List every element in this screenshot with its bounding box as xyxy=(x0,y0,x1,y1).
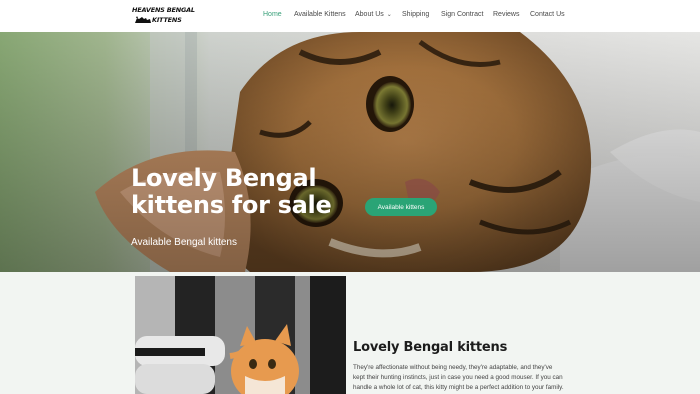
nav-sign-contract[interactable]: Sign Contract xyxy=(441,11,483,18)
kitten-scratching-post-photo xyxy=(135,276,346,394)
section-title: Lovely Bengal kittens xyxy=(353,340,508,355)
hero-title-line2: kittens for sale xyxy=(131,191,332,219)
hero-kitten-photo xyxy=(0,32,700,272)
section-paragraph: They're affectionate without being needy… xyxy=(353,364,564,391)
chevron-down-icon: ⌄ xyxy=(386,12,392,18)
available-kittens-button[interactable]: Available kittens xyxy=(365,198,437,216)
hero-title-line1: Lovely Bengal xyxy=(131,164,317,192)
nav-reviews[interactable]: Reviews xyxy=(493,11,519,18)
logo-text-line1: HEAVENS BENGAL xyxy=(132,6,195,14)
hero-subtitle: Available Bengal kittens xyxy=(131,237,237,248)
hero-banner: Lovely Bengal kittens for sale Available… xyxy=(0,32,700,272)
hero-title: Lovely Bengal kittens for sale xyxy=(131,165,351,219)
nav-about-us-label: About Us xyxy=(355,11,384,18)
nav-contact-us[interactable]: Contact Us xyxy=(530,11,565,18)
site-logo[interactable]: HEAVENS BENGAL KITTENS xyxy=(132,6,195,26)
nav-shipping[interactable]: Shipping xyxy=(402,11,429,18)
nav-home[interactable]: Home xyxy=(263,11,282,18)
intro-section xyxy=(0,272,700,394)
site-header: HEAVENS BENGAL KITTENS Home Available Ki… xyxy=(0,0,700,32)
cat-silhouette-icon xyxy=(135,16,151,23)
logo-text-line2: KITTENS xyxy=(152,16,182,24)
nav-available-kittens[interactable]: Available Kittens xyxy=(294,11,346,18)
nav-about-us[interactable]: About Us ⌄ xyxy=(355,11,392,18)
